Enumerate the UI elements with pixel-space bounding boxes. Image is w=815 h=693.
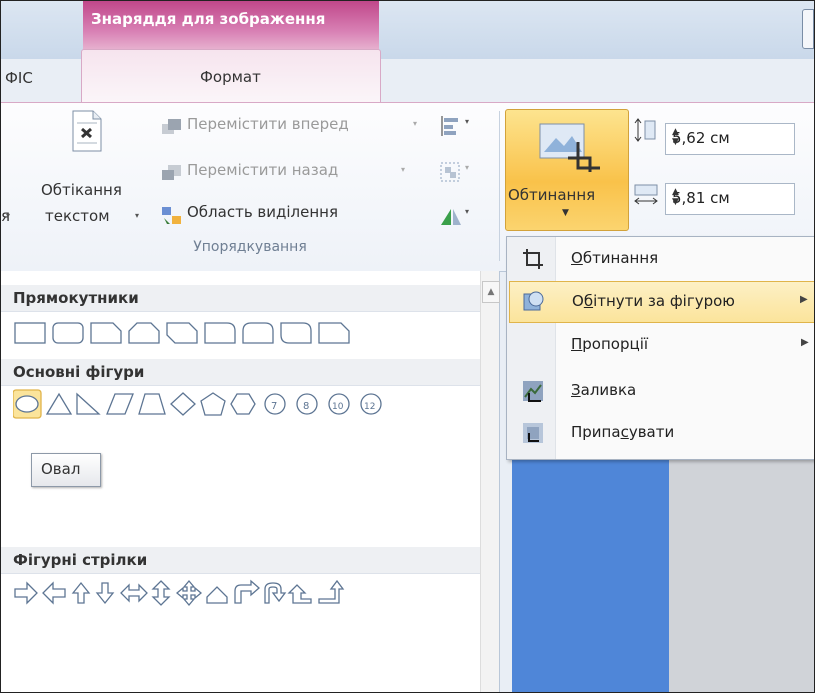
crop-button[interactable]: Обтинання ▼ xyxy=(505,109,629,231)
gallery-scrollbar[interactable]: ▲ xyxy=(480,271,500,692)
selection-pane-label: Область виділення xyxy=(187,203,339,221)
menu-item-label: Обітнути за фігурою xyxy=(572,292,735,310)
crop-menu: Обтинання Обітнути за фігурою ▶ Пропорці… xyxy=(506,236,814,460)
menu-item-crop-to-shape[interactable]: Обітнути за фігурою ▶ xyxy=(509,281,814,323)
menu-item-label: Пропорції xyxy=(571,335,649,353)
menu-item-fill[interactable]: Заливка xyxy=(507,371,814,411)
spinner-arrows-icon[interactable]: ▲ ▼ xyxy=(672,127,786,147)
send-backward-icon xyxy=(162,165,181,180)
basic-shapes-grid: 7 8 10 12 xyxy=(13,389,382,419)
round-corner-shape xyxy=(204,322,236,344)
svg-text:12: 12 xyxy=(364,402,375,412)
chevron-down-icon: ▼ xyxy=(562,208,569,218)
chevron-down-icon: ▾ xyxy=(465,163,470,172)
rotate-button[interactable]: ▾ xyxy=(439,203,479,229)
rotate-icon xyxy=(441,209,461,225)
svg-text:8: 8 xyxy=(303,401,309,412)
document-area-lower xyxy=(669,458,814,692)
bring-forward-label: Перемістити вперед xyxy=(187,115,349,133)
rounded-rectangle-shape xyxy=(52,322,84,344)
width-input[interactable]: 5,81 см ▲ ▼ xyxy=(665,183,795,215)
snip-diagonal-shape xyxy=(166,322,198,344)
shapes-gallery: Прямокутники Основні фігури 7 8 10 12 Ов… xyxy=(1,271,500,692)
right-arrow-shape xyxy=(14,581,38,605)
group-separator xyxy=(499,111,500,261)
snip-corner-shape xyxy=(90,322,122,344)
chevron-down-icon: ▾ xyxy=(465,207,470,216)
window-edge-button[interactable] xyxy=(802,9,814,49)
menu-item-label: Припасувати xyxy=(571,423,675,441)
crop-icon xyxy=(539,123,600,172)
wrap-line2: текстом xyxy=(45,207,110,225)
selection-pane-icon xyxy=(162,207,181,224)
menu-item-label: Заливка xyxy=(571,381,637,399)
chevron-down-icon: ▾ xyxy=(413,119,418,128)
wrap-text-icon xyxy=(72,110,102,152)
section-rectangles: Прямокутники xyxy=(1,285,481,312)
send-backward-button[interactable]: Перемістити назад ▾ xyxy=(161,161,441,185)
chevron-down-icon: ▾ xyxy=(465,117,470,126)
rectangle-shape xyxy=(14,322,46,344)
scroll-up-icon[interactable]: ▲ xyxy=(482,281,500,303)
menu-item-fit[interactable]: Припасувати xyxy=(507,413,814,453)
svg-text:7: 7 xyxy=(271,401,277,412)
submenu-arrow-icon: ▶ xyxy=(801,337,809,348)
wrap-text-button[interactable]: Обтікання текстом ▾ xyxy=(41,107,161,235)
height-input[interactable]: 5,62 см ▲ ▼ xyxy=(665,123,795,155)
menu-item-label: Обтинання xyxy=(571,249,659,267)
fit-icon xyxy=(523,423,543,443)
tab-prev[interactable]: ФІС xyxy=(1,59,82,101)
spinner-arrows-icon[interactable]: ▲ ▼ xyxy=(672,187,786,207)
submenu-arrow-icon: ▶ xyxy=(800,294,808,305)
align-button[interactable]: ▾ xyxy=(439,113,479,139)
wrap-line1: Обтікання xyxy=(41,181,122,199)
tab-format[interactable]: Формат xyxy=(81,49,381,104)
crop-label: Обтинання xyxy=(508,186,596,204)
tab-format-label: Формат xyxy=(200,68,261,86)
snip-round-shape xyxy=(318,322,350,344)
chevron-down-icon: ▾ xyxy=(401,165,406,174)
shape-width-icon xyxy=(634,184,658,205)
contextual-group-label: Знаряддя для зображення xyxy=(91,10,326,28)
tooltip-label: Овал xyxy=(41,460,81,478)
round-same-side-shape xyxy=(242,322,274,344)
send-backward-label: Перемістити назад xyxy=(187,161,339,179)
selection-pane-button[interactable]: Область виділення xyxy=(161,203,391,227)
svg-text:10: 10 xyxy=(332,402,344,412)
align-icon xyxy=(441,116,458,136)
window: Знаряддя для зображення ФІС Формат я ▾ О… xyxy=(0,0,815,693)
fill-icon xyxy=(523,381,543,402)
menu-item-crop[interactable]: Обтинання xyxy=(507,239,814,279)
shape-height-icon xyxy=(634,118,656,142)
menu-item-aspect-ratio[interactable]: Пропорції ▶ xyxy=(507,325,814,365)
chevron-down-icon: ▾ xyxy=(6,211,11,220)
round-diagonal-shape xyxy=(280,322,312,344)
shape-tooltip: Овал xyxy=(31,453,101,487)
document-shape xyxy=(512,458,669,692)
section-title: Прямокутники xyxy=(13,289,139,307)
section-title: Основні фігури xyxy=(13,363,145,381)
oval-shape xyxy=(15,395,39,413)
group-icon xyxy=(440,162,460,182)
crop-to-shape-icon xyxy=(523,291,544,311)
rectangles-row xyxy=(14,322,350,344)
bring-forward-icon xyxy=(162,119,181,134)
arrange-group-label: Упорядкування xyxy=(193,239,307,255)
contextual-tab-group: Знаряддя для зображення xyxy=(83,1,379,51)
group-button[interactable]: ▾ xyxy=(439,159,479,185)
section-title: Фігурні стрілки xyxy=(13,551,148,569)
tab-prev-label: ФІС xyxy=(5,69,33,87)
chevron-down-icon: ▾ xyxy=(135,211,140,220)
section-basic-shapes: Основні фігури xyxy=(1,359,481,386)
bring-forward-button[interactable]: Перемістити вперед ▾ xyxy=(161,115,441,139)
crop-icon xyxy=(523,249,543,269)
snip-same-side-shape xyxy=(128,322,160,344)
block-arrows-grid xyxy=(14,579,345,607)
section-block-arrows: Фігурні стрілки xyxy=(1,547,481,574)
